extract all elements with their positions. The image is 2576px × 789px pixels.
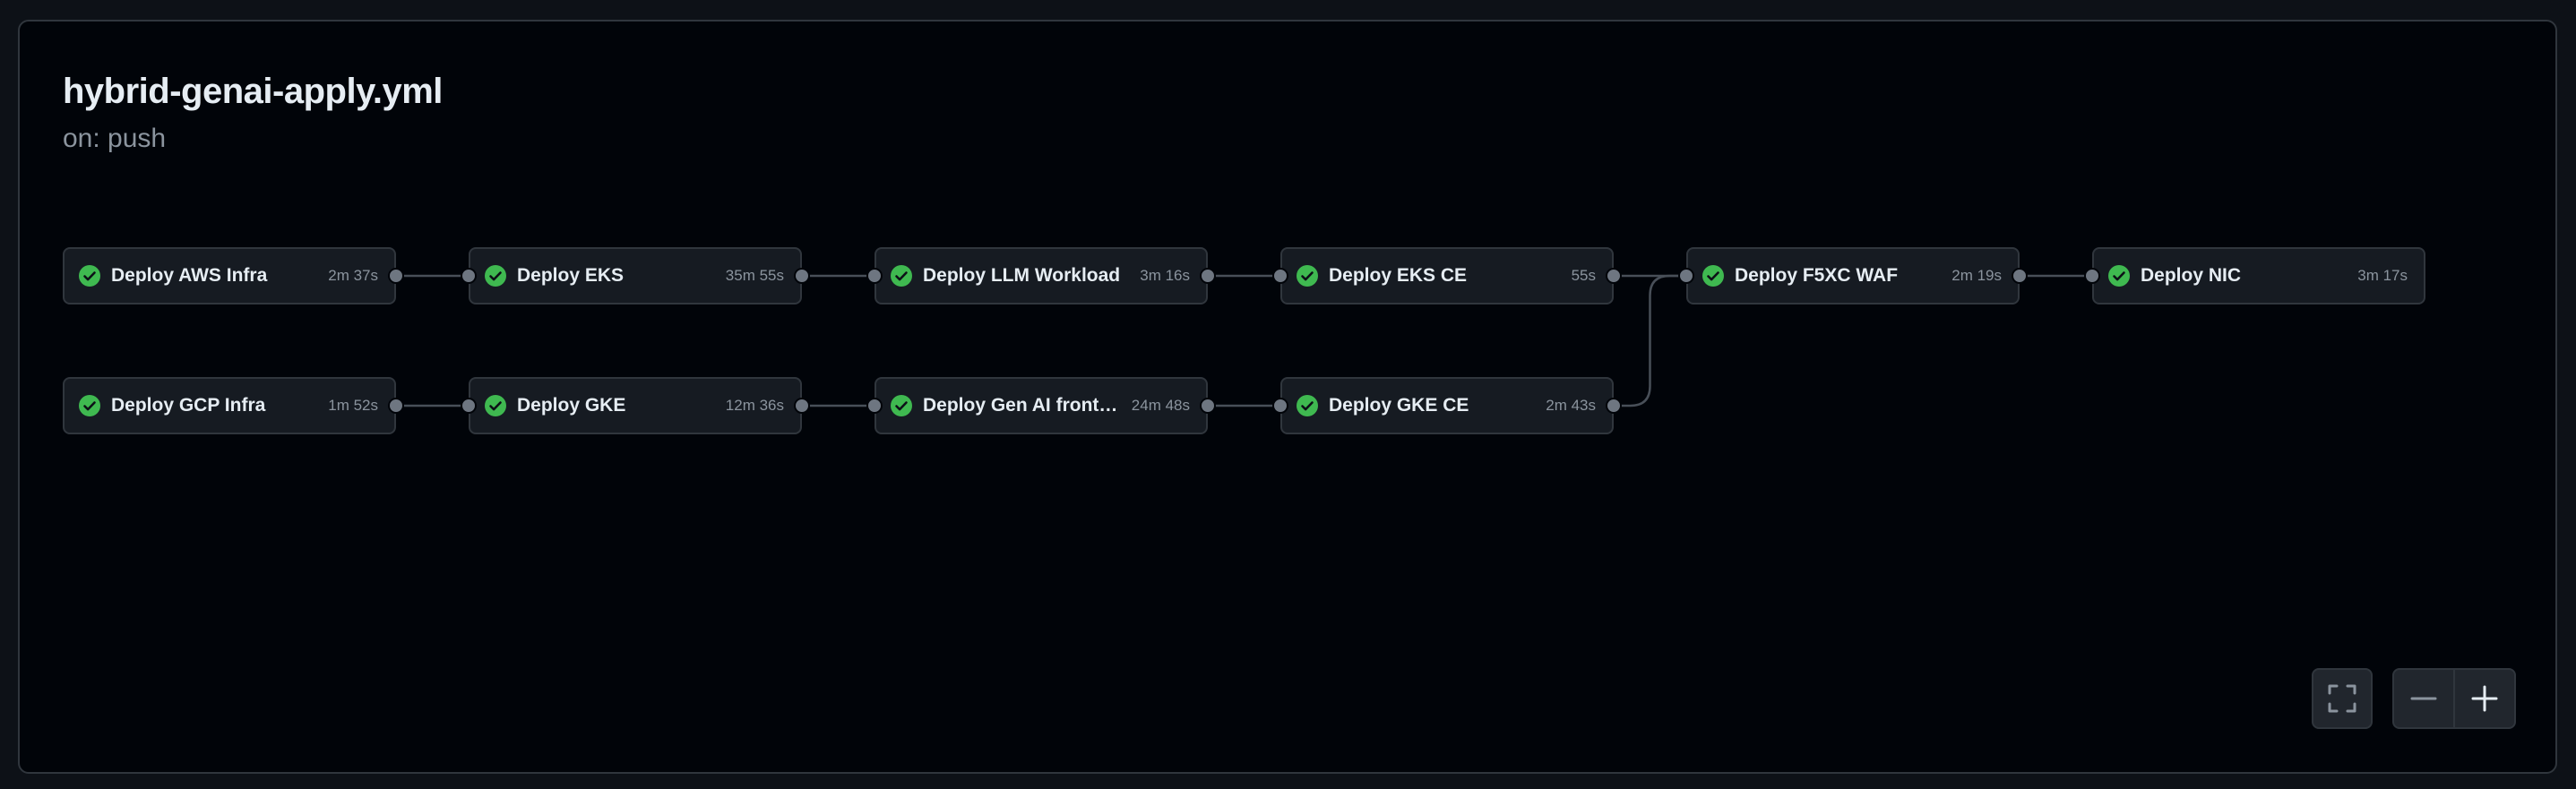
job-name: Deploy F5XC WAF bbox=[1735, 265, 1899, 286]
input-connector bbox=[1272, 268, 1288, 284]
success-check-icon bbox=[891, 265, 912, 287]
output-connector bbox=[1606, 398, 1622, 414]
job-duration: 12m 36s bbox=[725, 397, 784, 414]
job-name: Deploy EKS bbox=[517, 265, 625, 286]
success-check-icon bbox=[79, 395, 100, 416]
job-deploy-gke[interactable]: Deploy GKE 12m 36s bbox=[469, 377, 802, 434]
output-connector bbox=[794, 268, 810, 284]
output-connector bbox=[1200, 398, 1216, 414]
success-check-icon bbox=[485, 265, 506, 287]
input-connector bbox=[866, 398, 883, 414]
job-deploy-eks-ce[interactable]: Deploy EKS CE 55s bbox=[1280, 247, 1614, 304]
zoom-out-button[interactable] bbox=[2392, 668, 2455, 729]
output-connector bbox=[1606, 268, 1622, 284]
job-duration: 1m 52s bbox=[328, 397, 378, 414]
input-connector bbox=[866, 268, 883, 284]
job-name: Deploy GCP Infra bbox=[111, 395, 266, 416]
zoom-in-button[interactable] bbox=[2453, 668, 2516, 729]
output-connector bbox=[388, 398, 404, 414]
minus-icon bbox=[2410, 697, 2437, 700]
input-connector bbox=[1272, 398, 1288, 414]
output-connector bbox=[1200, 268, 1216, 284]
job-name: Deploy NIC bbox=[2141, 265, 2242, 286]
job-name: Deploy AWS Infra bbox=[111, 265, 268, 286]
success-check-icon bbox=[485, 395, 506, 416]
fullscreen-button[interactable] bbox=[2312, 668, 2373, 729]
input-connector bbox=[1678, 268, 1694, 284]
success-check-icon bbox=[1702, 265, 1724, 287]
job-deploy-gcp-infra[interactable]: Deploy GCP Infra 1m 52s bbox=[63, 377, 396, 434]
job-duration: 2m 43s bbox=[1546, 397, 1596, 414]
job-deploy-aws-infra[interactable]: Deploy AWS Infra 2m 37s bbox=[63, 247, 396, 304]
job-duration: 3m 17s bbox=[2357, 267, 2408, 284]
job-deploy-f5xc-waf[interactable]: Deploy F5XC WAF 2m 19s bbox=[1686, 247, 2020, 304]
job-deploy-llm-workload[interactable]: Deploy LLM Workload 3m 16s bbox=[874, 247, 1208, 304]
input-connector bbox=[2084, 268, 2100, 284]
success-check-icon bbox=[1297, 265, 1318, 287]
input-connector bbox=[461, 398, 477, 414]
success-check-icon bbox=[79, 265, 100, 287]
job-name: Deploy GKE CE bbox=[1329, 395, 1469, 416]
workflow-title: hybrid-genai-apply.yml bbox=[63, 72, 443, 111]
job-duration: 35m 55s bbox=[725, 267, 784, 284]
job-deploy-eks[interactable]: Deploy EKS 35m 55s bbox=[469, 247, 802, 304]
job-duration: 2m 19s bbox=[1951, 267, 2002, 284]
output-connector bbox=[794, 398, 810, 414]
workflow-trigger: on: push bbox=[63, 124, 167, 153]
job-deploy-gke-ce[interactable]: Deploy GKE CE 2m 43s bbox=[1280, 377, 1614, 434]
job-name: Deploy LLM Workload bbox=[923, 265, 1121, 286]
job-name: Deploy GKE bbox=[517, 395, 626, 416]
success-check-icon bbox=[2108, 265, 2130, 287]
job-deploy-genai-frontend[interactable]: Deploy Gen AI fronten... 24m 48s bbox=[874, 377, 1208, 434]
job-deploy-nic[interactable]: Deploy NIC 3m 17s bbox=[2092, 247, 2425, 304]
success-check-icon bbox=[891, 395, 912, 416]
job-duration: 2m 37s bbox=[328, 267, 378, 284]
job-duration: 55s bbox=[1571, 267, 1596, 284]
plus-icon bbox=[2471, 685, 2498, 712]
output-connector bbox=[388, 268, 404, 284]
fullscreen-icon bbox=[2328, 684, 2356, 713]
job-duration: 24m 48s bbox=[1131, 397, 1190, 414]
success-check-icon bbox=[1297, 395, 1318, 416]
output-connector bbox=[2012, 268, 2028, 284]
job-name: Deploy Gen AI fronten... bbox=[923, 395, 1123, 416]
input-connector bbox=[461, 268, 477, 284]
job-name: Deploy EKS CE bbox=[1329, 265, 1468, 286]
job-duration: 3m 16s bbox=[1140, 267, 1190, 284]
